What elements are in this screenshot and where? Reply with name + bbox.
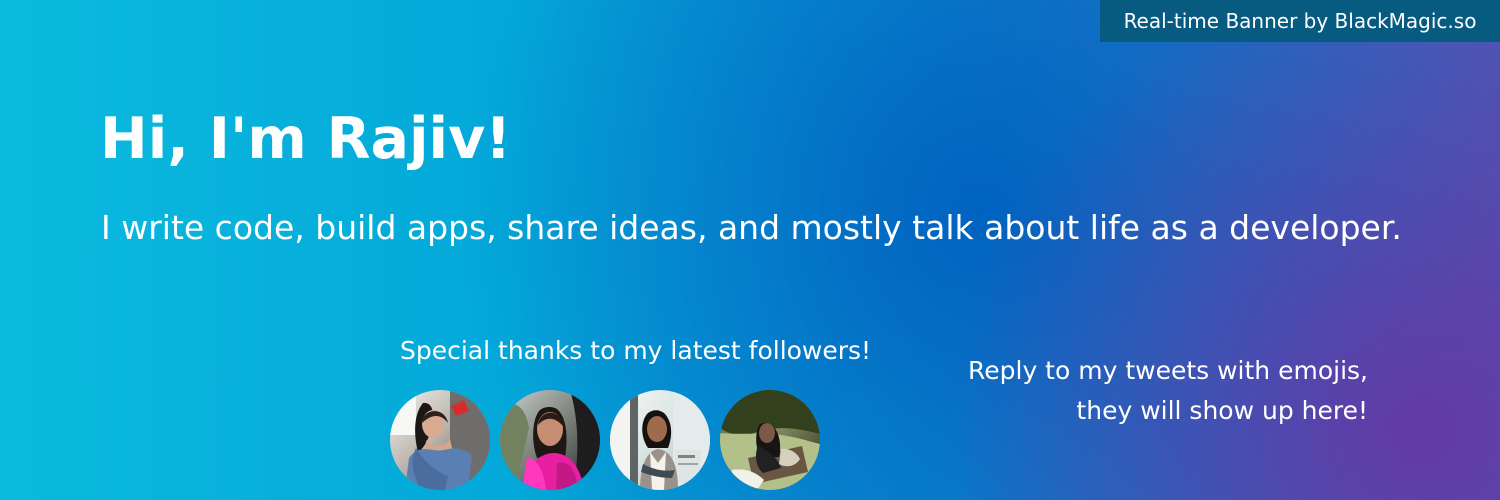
banner-title: Hi, I'm Rajiv! [100,106,512,172]
banner-tagline: I write code, build apps, share ideas, a… [101,208,1402,247]
follower-avatar-3[interactable] [610,390,710,490]
latest-followers-section: Special thanks to my latest followers! [390,334,930,494]
emoji-reply-line-2: they will show up here! [1076,396,1368,425]
follower-avatar-icon-4 [720,390,820,490]
emoji-reply-line-1: Reply to my tweets with emojis, [968,356,1368,385]
latest-followers-heading: Special thanks to my latest followers! [400,336,872,365]
twitter-banner: Real-time Banner by BlackMagic.so Hi, I'… [0,0,1500,500]
follower-avatar-row [390,390,820,490]
follower-avatar-icon-3 [610,390,710,490]
follower-avatar-icon-1 [390,390,490,490]
attribution-badge[interactable]: Real-time Banner by BlackMagic.so [1100,0,1500,42]
follower-avatar-icon-2 [500,390,600,490]
follower-avatar-2[interactable] [500,390,600,490]
emoji-reply-note: Reply to my tweets with emojis, they wil… [908,351,1368,431]
follower-avatar-4[interactable] [720,390,820,490]
follower-avatar-1[interactable] [390,390,490,490]
attribution-text: Real-time Banner by BlackMagic.so [1123,9,1477,33]
